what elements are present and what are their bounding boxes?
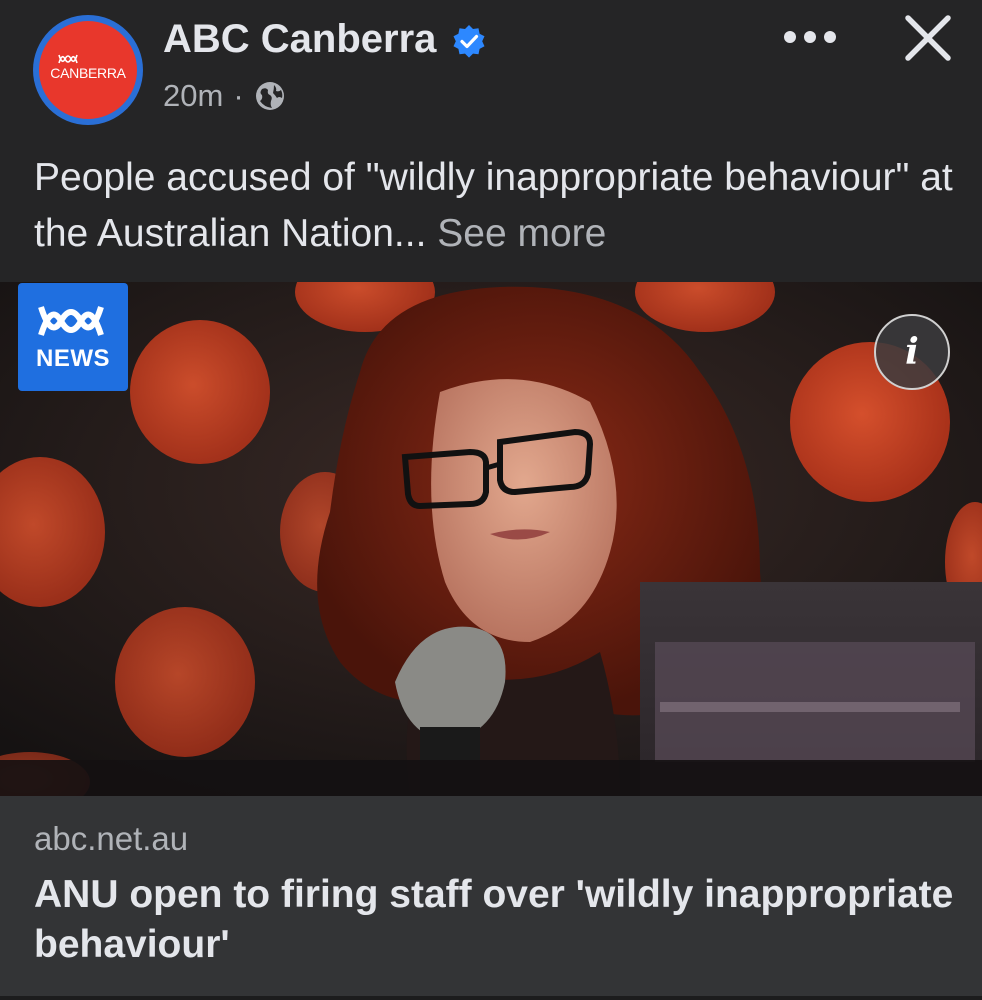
- link-title[interactable]: ANU open to firing staff over 'wildly in…: [34, 870, 954, 970]
- abc-logo-icon: [58, 54, 78, 64]
- close-icon[interactable]: [902, 12, 954, 64]
- divider: [0, 996, 982, 1000]
- meta-separator: ·: [233, 78, 244, 113]
- verified-badge-icon: [453, 25, 485, 58]
- avatar-logo: CANBERRA: [39, 21, 137, 119]
- abc-news-badge: NEWS: [18, 283, 128, 391]
- post-image[interactable]: [0, 282, 982, 796]
- info-button[interactable]: i: [874, 314, 950, 390]
- post-meta: 20m ·: [163, 78, 286, 114]
- avatar-label: CANBERRA: [50, 65, 126, 81]
- more-options-dot: [824, 31, 836, 43]
- post-time[interactable]: 20m: [163, 78, 223, 114]
- more-options-button[interactable]: [780, 22, 840, 52]
- link-domain: abc.net.au: [34, 820, 189, 857]
- post-header: CANBERRA ABC Canberra 20m ·: [0, 0, 982, 130]
- page-avatar[interactable]: CANBERRA: [33, 15, 143, 125]
- abc-logo-icon: [38, 306, 104, 336]
- post-text: People accused of "wildly inappropriate …: [34, 150, 954, 262]
- see-more-link[interactable]: See more: [437, 212, 606, 255]
- more-options-icon: [784, 31, 796, 43]
- page-name[interactable]: ABC Canberra: [163, 17, 436, 62]
- badge-news-label: NEWS: [36, 345, 110, 372]
- globe-icon: [255, 82, 284, 110]
- more-options-dot: [804, 31, 816, 43]
- news-photo: [0, 282, 982, 796]
